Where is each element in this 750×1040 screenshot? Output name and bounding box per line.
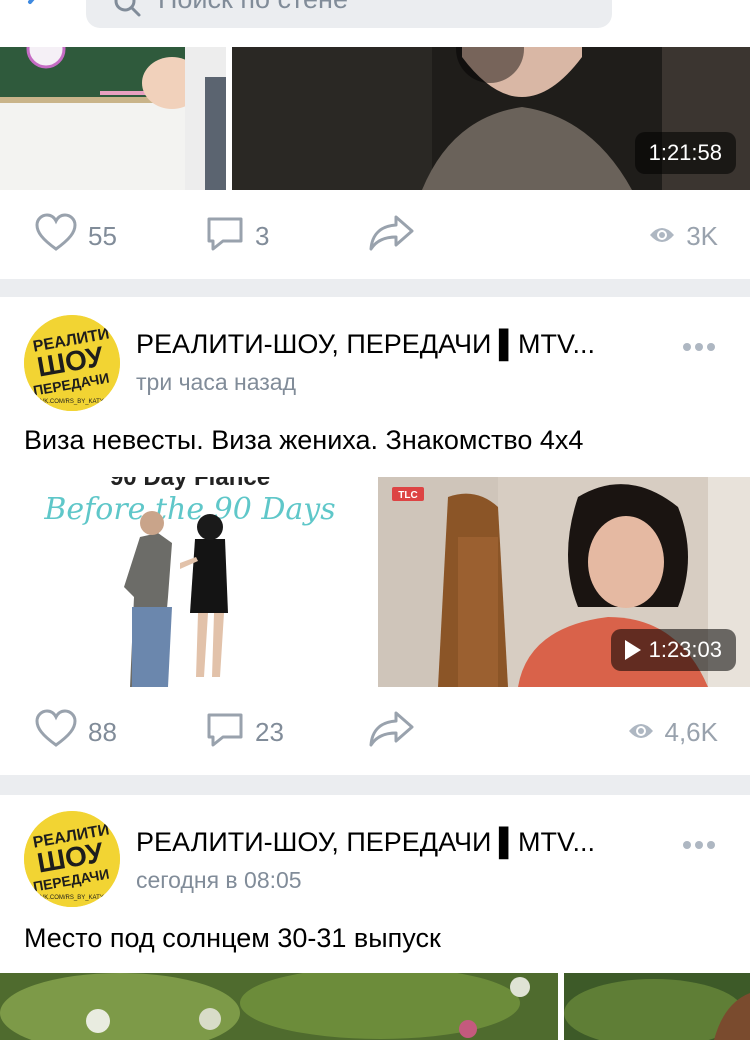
share-icon — [368, 709, 416, 756]
comment-button[interactable]: 23 — [205, 702, 284, 762]
post-photo[interactable] — [564, 973, 750, 1040]
view-count: 3K — [686, 220, 718, 251]
play-icon — [624, 640, 641, 660]
post-card: 1:21:58 55 3 3K — [0, 47, 750, 279]
svg-text:TLC: TLC — [398, 490, 417, 501]
author-name[interactable]: РЕАЛИТИ-ШОУ, ПЕРЕДАЧИ ▌MTV... — [136, 329, 595, 360]
like-count: 88 — [88, 716, 117, 747]
svg-text:Before the 90 Days: Before the 90 Days — [43, 492, 335, 527]
wall-feed: Поиск по стене — [0, 0, 750, 1040]
video-duration: 1:21:58 — [634, 132, 736, 174]
post-text: Место под солнцем 30-31 выпуск — [24, 923, 441, 953]
chevron-left-icon[interactable] — [18, 0, 58, 22]
comment-count: 23 — [255, 716, 284, 747]
svg-text:VK.COM/RS_BY_KATY: VK.COM/RS_BY_KATY — [40, 895, 104, 901]
svg-text:VK.COM/RS_BY_KATY: VK.COM/RS_BY_KATY — [40, 399, 104, 405]
post-card: РЕАЛИТИ ШОУ ПЕРЕДАЧИ VK.COM/RS_BY_KATY Р… — [0, 795, 750, 1040]
search-icon — [112, 0, 142, 23]
share-button[interactable] — [368, 702, 416, 762]
post-video[interactable]: 1:21:58 — [232, 47, 750, 190]
top-bar: Поиск по стене — [0, 0, 750, 47]
comment-icon — [205, 213, 245, 260]
duration-label: 1:23:03 — [648, 637, 722, 662]
share-icon — [368, 213, 416, 260]
like-button[interactable]: 55 — [34, 206, 117, 266]
search-placeholder: Поиск по стене — [158, 0, 348, 15]
like-count: 55 — [88, 220, 117, 251]
more-icon[interactable] — [682, 837, 716, 855]
post-time[interactable]: сегодня в 08:05 — [136, 867, 302, 894]
eye-icon — [648, 221, 676, 252]
view-count: 4,6K — [664, 716, 719, 747]
eye-icon — [627, 717, 655, 748]
post-photo[interactable] — [0, 973, 558, 1040]
video-duration: 1:23:03 — [610, 629, 736, 671]
author-name[interactable]: РЕАЛИТИ-ШОУ, ПЕРЕДАЧИ ▌MTV... — [136, 827, 595, 858]
comment-button[interactable]: 3 — [205, 206, 269, 266]
avatar[interactable]: РЕАЛИТИ ШОУ ПЕРЕДАЧИ VK.COM/RS_BY_KATY — [24, 811, 120, 907]
post-photo[interactable] — [0, 47, 226, 190]
svg-text:90 Day Fiance: 90 Day Fiance — [110, 477, 270, 491]
heart-icon — [34, 708, 78, 756]
avatar[interactable]: РЕАЛИТИ ШОУ ПЕРЕДАЧИ VK.COM/RS_BY_KATY — [24, 315, 120, 411]
share-button[interactable] — [368, 206, 416, 266]
heart-icon — [34, 212, 78, 260]
duration-label: 1:21:58 — [648, 140, 722, 165]
post-video[interactable]: TLC 1:23:03 — [378, 477, 750, 687]
more-icon[interactable] — [682, 339, 716, 357]
post-time[interactable]: три часа назад — [136, 369, 296, 396]
view-counter: 4,6K — [627, 702, 719, 762]
post-card: РЕАЛИТИ ШОУ ПЕРЕДАЧИ VK.COM/RS_BY_KATY Р… — [0, 297, 750, 775]
search-input[interactable]: Поиск по стене — [86, 0, 612, 28]
comment-count: 3 — [255, 220, 270, 251]
like-button[interactable]: 88 — [34, 702, 117, 762]
comment-icon — [205, 709, 245, 756]
view-counter: 3K — [648, 206, 718, 266]
post-actions: 55 3 3K — [0, 206, 750, 266]
post-text: Виза невесты. Виза жениха. Знакомство 4x… — [24, 425, 584, 455]
post-photo[interactable]: 90 Day Fiance Before the 90 Days — [0, 477, 372, 687]
post-actions: 88 23 4,6K — [0, 702, 750, 762]
